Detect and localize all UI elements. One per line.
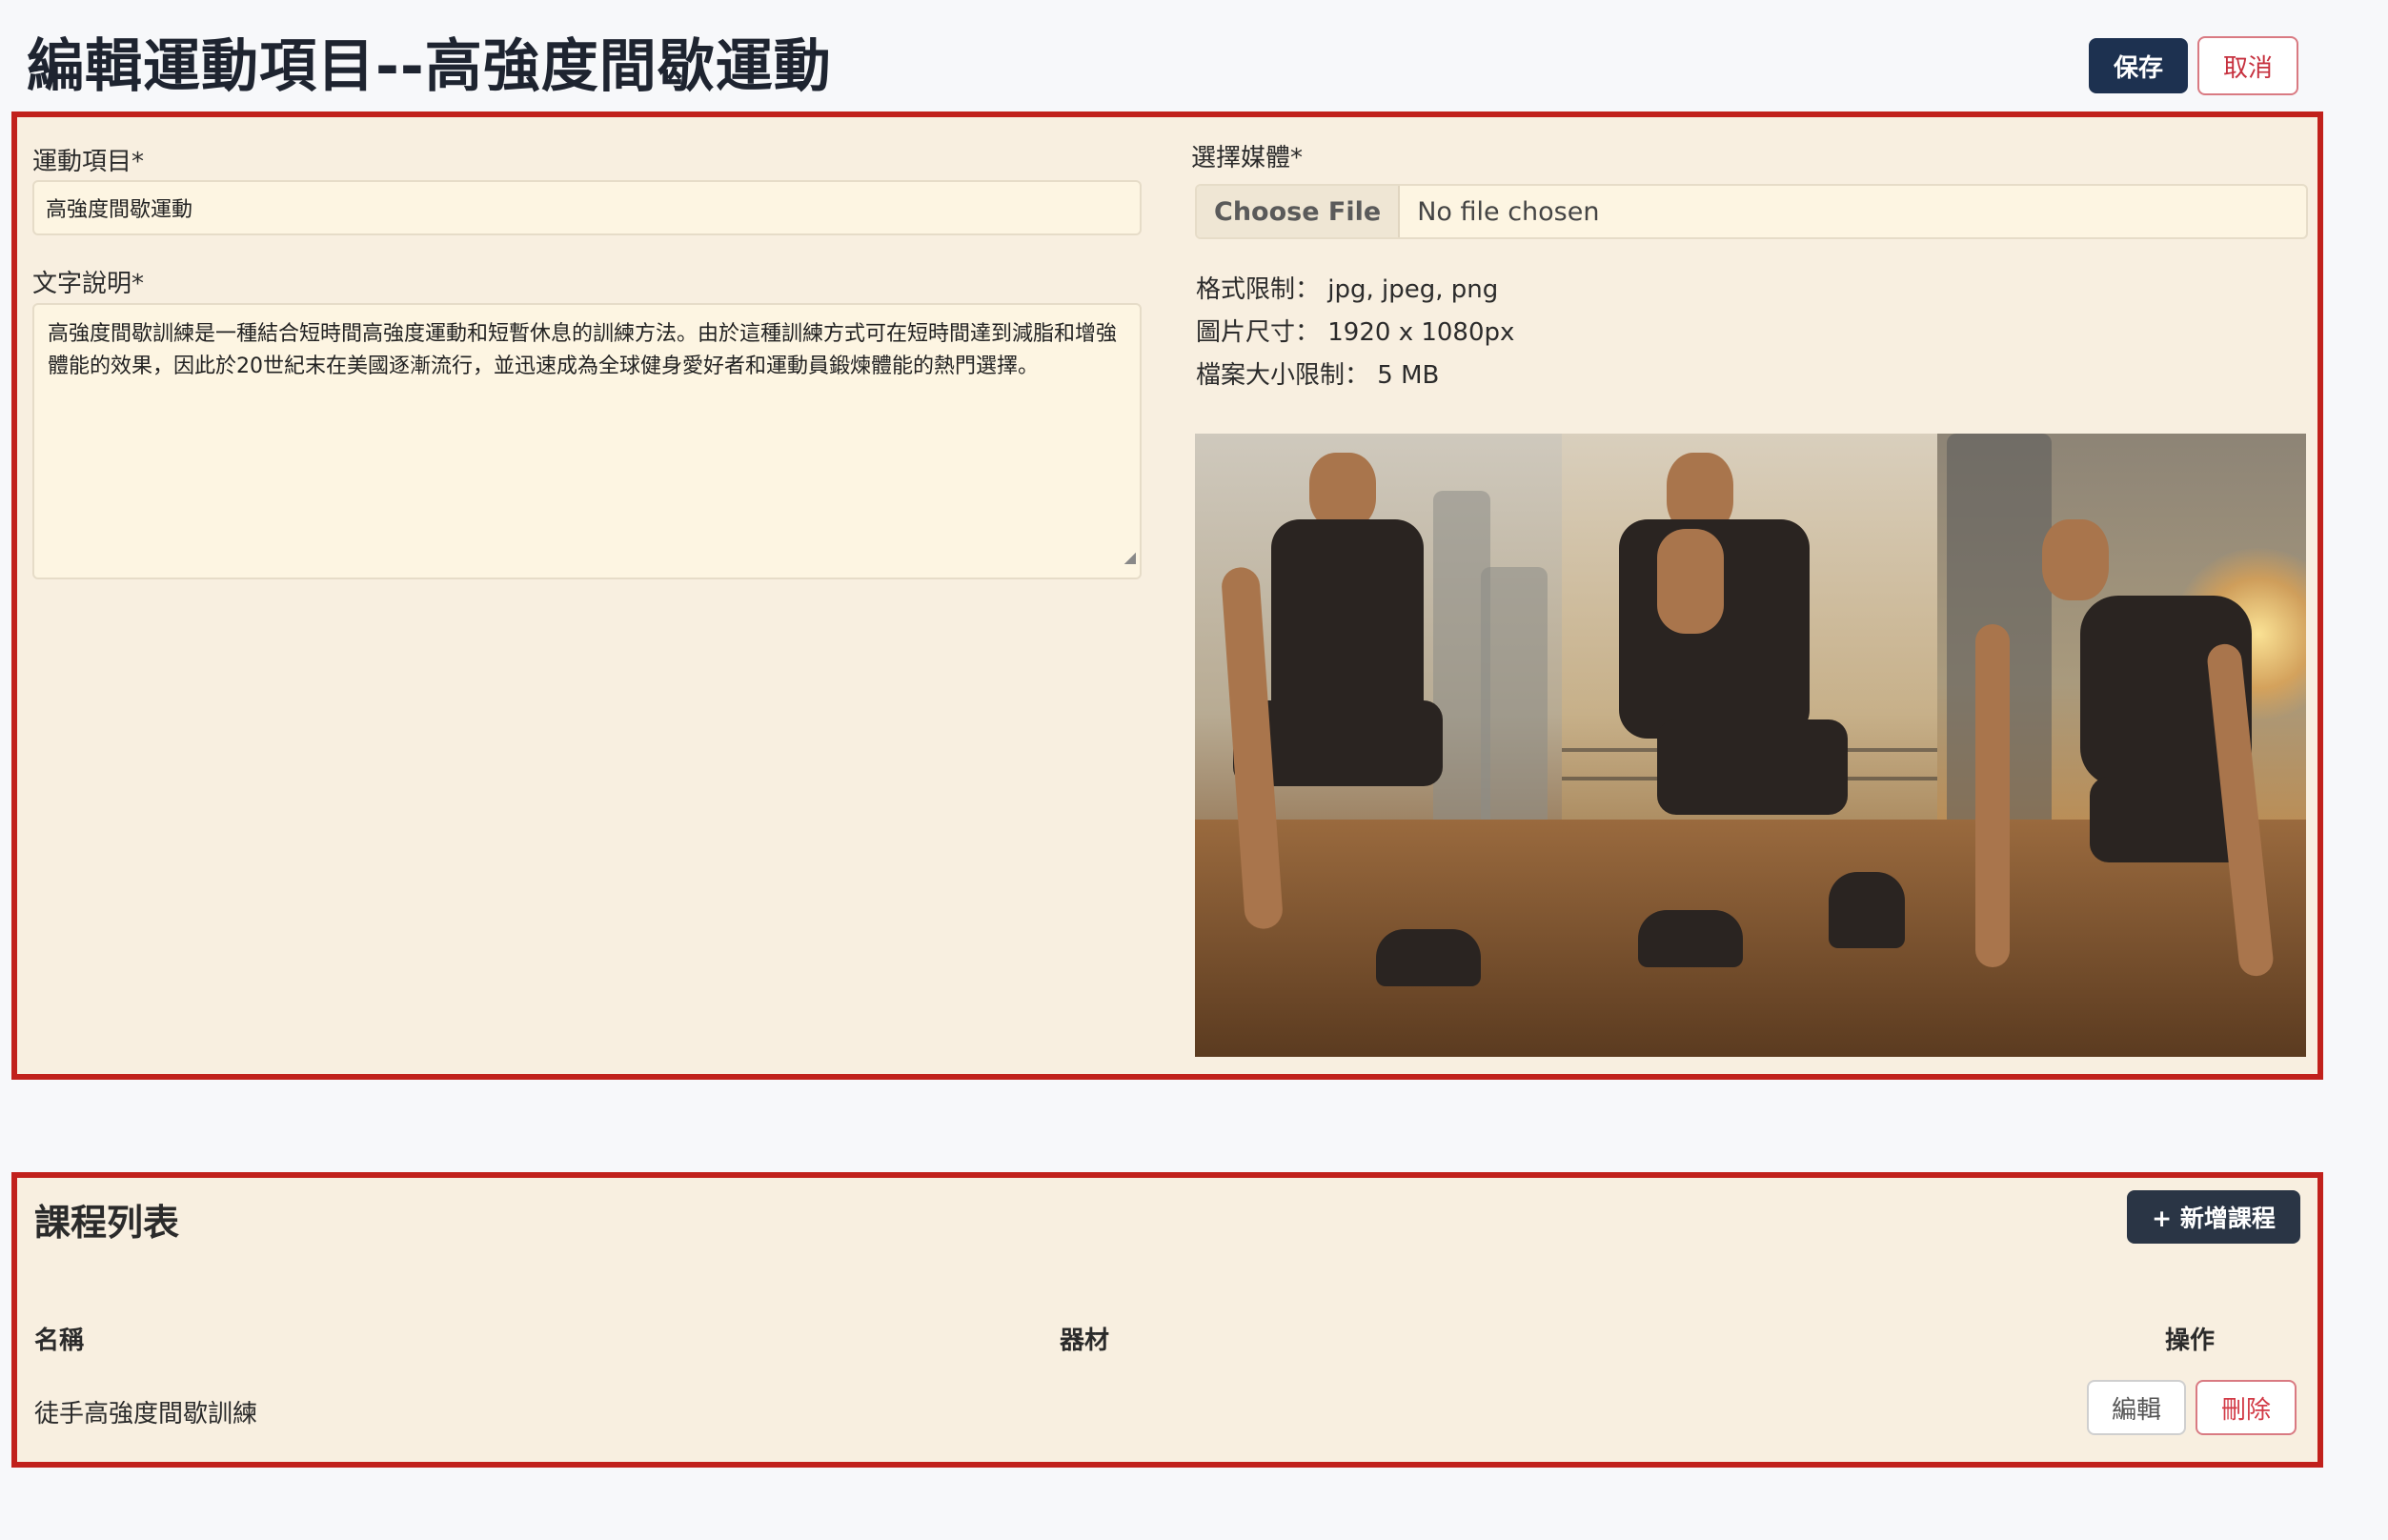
exercise-name-input[interactable] (32, 180, 1142, 235)
description-text: 高強度間歇訓練是一種結合短時間高強度運動和短暫休息的訓練方法。由於這種訓練方式可… (48, 322, 1118, 378)
course-list-title: 課程列表 (34, 1202, 180, 1244)
page-title: 編輯運動項目--高強度間歇運動 (27, 33, 832, 100)
choose-file-button[interactable]: Choose File (1197, 186, 1401, 237)
cancel-button[interactable]: 取消 (2197, 36, 2298, 95)
resize-handle-icon[interactable]: ◢ (1124, 541, 1136, 574)
file-size-limit-text: 檔案大小限制： 5 MB (1196, 361, 1440, 390)
media-preview-image (1195, 434, 2306, 1057)
save-button[interactable]: 保存 (2089, 38, 2188, 93)
course-name-cell: 徒手高強度間歇訓練 (34, 1400, 258, 1429)
delete-course-button[interactable]: 刪除 (2196, 1380, 2297, 1435)
preview-frame-resting (1562, 434, 1937, 1057)
column-header-equipment: 器材 (1060, 1327, 1110, 1355)
course-list-panel: 課程列表 + 新增課程 名稱 器材 操作 徒手高強度間歇訓練 編輯 刪除 (11, 1172, 2323, 1468)
format-limit-text: 格式限制： jpg, jpeg, png (1196, 275, 1499, 304)
file-input[interactable]: Choose File No file chosen (1195, 184, 2308, 239)
preview-frame-pushup (1937, 434, 2306, 1057)
file-status-text: No file chosen (1417, 196, 1600, 227)
column-header-name: 名稱 (34, 1327, 85, 1355)
exercise-edit-panel: 運動項目* 文字說明* 高強度間歇訓練是一種結合短時間高強度運動和短暫休息的訓練… (11, 111, 2323, 1080)
description-label: 文字說明* (32, 270, 145, 298)
media-label: 選擇媒體* (1191, 144, 1304, 172)
edit-course-button[interactable]: 編輯 (2087, 1380, 2186, 1435)
column-header-actions: 操作 (2165, 1327, 2216, 1355)
preview-frame-kneeling (1195, 434, 1562, 1057)
description-textarea[interactable]: 高強度間歇訓練是一種結合短時間高強度運動和短暫休息的訓練方法。由於這種訓練方式可… (32, 303, 1142, 579)
add-course-button[interactable]: + 新增課程 (2127, 1190, 2300, 1244)
exercise-name-label: 運動項目* (32, 148, 145, 176)
image-size-text: 圖片尺寸： 1920 x 1080px (1196, 318, 1515, 347)
